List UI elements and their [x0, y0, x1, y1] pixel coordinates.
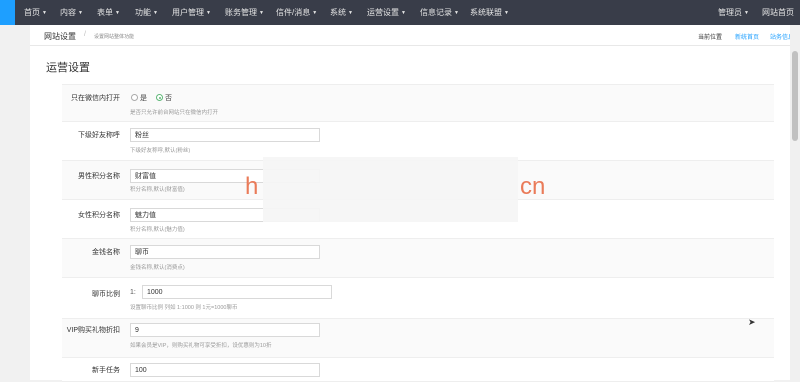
chevron-down-icon: ▼ — [401, 10, 406, 16]
mouse-cursor-icon: ➤ — [748, 317, 756, 327]
vip-discount-input[interactable] — [130, 323, 320, 337]
field-help: 积分名称,默认(财富值) — [130, 187, 185, 193]
nav-item-content[interactable]: 内容 ▼ — [60, 0, 83, 25]
form-row-currency-name: 金钱名称 金钱名称,默认(消费点) — [62, 238, 774, 278]
field-help: 是否只允许前台网站只在微信内打开 — [130, 110, 219, 116]
nav-label: 账务管理 — [225, 8, 257, 17]
watermark-text-left: h — [245, 173, 259, 200]
newbie-task-input[interactable] — [130, 363, 320, 377]
nav-item-system-alliance[interactable]: 系统联盟 ▼ — [470, 0, 509, 25]
watermark-text-right: cn — [520, 173, 546, 200]
chevron-down-icon: ▼ — [42, 10, 47, 16]
form-row-wechat-only: 只在微信内打开 是 否 是否只允许前台网站只在微信内打开 — [62, 84, 774, 122]
form-row-newbie-task: 新手任务 — [62, 357, 774, 382]
current-location-label: 当前位置 — [698, 35, 723, 41]
field-label: VIP购买礼物折扣 — [66, 327, 120, 334]
nav-label: 信息记录 — [420, 8, 452, 17]
nav-accent-bar — [0, 0, 15, 25]
nav-label: 网站首页 — [762, 8, 794, 17]
nav-item-site-home[interactable]: 网站首页 — [762, 0, 794, 25]
field-label: 聊币比例 — [92, 291, 120, 298]
field-help: 金钱名称,默认(消费点) — [130, 265, 185, 271]
nav-label: 内容 — [60, 8, 76, 17]
nav-label: 运营设置 — [367, 8, 399, 17]
form-row-friend-title: 下级好友称呼 下级好友称呼,默认(粉丝) — [62, 121, 774, 161]
radio-yes[interactable] — [131, 94, 138, 101]
field-help: 积分名称,默认(魅力值) — [130, 227, 185, 233]
nav-label: 功能 — [135, 8, 151, 17]
page-title: 网站设置 — [44, 32, 76, 41]
top-nav: 首页 ▼ 内容 ▼ 表单 ▼ 功能 ▼ 用户管理 ▼ 账务管理 ▼ 信件/消息 ▼ 系统 ▼ 运… — [0, 0, 800, 25]
radio-no[interactable] — [156, 94, 163, 101]
nav-item-operation-settings[interactable]: 运营设置 ▼ — [367, 0, 406, 25]
nav-label: 首页 — [24, 8, 40, 17]
breadcrumb-separator: / — [84, 31, 86, 38]
chevron-down-icon: ▼ — [78, 10, 83, 16]
nav-item-admin[interactable]: 管理员 ▼ — [718, 0, 749, 25]
vertical-scrollbar[interactable] — [790, 25, 800, 380]
nav-item-function[interactable]: 功能 ▼ — [135, 0, 158, 25]
form-row-currency-ratio: 聊币比例 1: 设置聊币比例 列如 1:1000 则 1元=1000聊币 — [62, 277, 774, 319]
currency-name-input[interactable] — [130, 245, 320, 259]
chevron-down-icon: ▼ — [312, 10, 318, 16]
chevron-down-icon: ▼ — [454, 10, 459, 16]
currency-ratio-input[interactable] — [142, 285, 332, 299]
nav-label: 表单 — [97, 8, 113, 17]
field-label: 女性积分名称 — [78, 212, 120, 219]
nav-label: 管理员 — [718, 8, 742, 17]
field-help: 如果会员是VIP，则购买礼物可享受折扣，设优惠则为10折 — [130, 343, 272, 349]
nav-item-form[interactable]: 表单 ▼ — [97, 0, 120, 25]
page-subtitle: 设置网站整体功能 — [94, 34, 135, 40]
chevron-down-icon: ▼ — [206, 10, 211, 16]
breadcrumb: 网站设置 / 设置网站整体功能 当前位置 新统首页 站务信息 — [30, 25, 794, 46]
chevron-down-icon: ▼ — [348, 10, 353, 16]
nav-label: 系统联盟 — [470, 8, 502, 17]
section-title: 运营设置 — [46, 62, 90, 74]
friend-title-input[interactable] — [130, 128, 320, 142]
nav-item-info-records[interactable]: 信息记录 ▼ — [420, 0, 459, 25]
field-label: 男性积分名称 — [78, 173, 120, 180]
field-label: 金钱名称 — [92, 249, 120, 256]
system-home-link[interactable]: 新统首页 — [735, 32, 759, 41]
nav-label: 信件/消息 — [276, 8, 311, 17]
nav-item-account-management[interactable]: 账务管理 ▼ — [225, 0, 264, 25]
chevron-down-icon: ▼ — [153, 10, 158, 16]
nav-item-user-management[interactable]: 用户管理 ▼ — [172, 0, 211, 25]
chevron-down-icon: ▼ — [504, 10, 509, 16]
nav-item-home[interactable]: 首页 ▼ — [24, 0, 47, 25]
nav-label: 用户管理 — [172, 8, 204, 17]
field-help: 设置聊币比例 列如 1:1000 则 1元=1000聊币 — [130, 305, 238, 311]
ratio-prefix: 1: — [130, 289, 136, 296]
field-label: 只在微信内打开 — [71, 95, 120, 102]
nav-item-messages[interactable]: 信件/消息 ▼ — [276, 0, 317, 25]
watermark-overlay — [263, 157, 518, 222]
chevron-down-icon: ▼ — [115, 10, 120, 16]
field-label: 下级好友称呼 — [78, 132, 120, 139]
radio-yes-label: 是 — [140, 95, 147, 102]
form-row-vip-discount: VIP购买礼物折扣 如果会员是VIP，则购买礼物可享受折扣，设优惠则为10折 — [62, 318, 774, 358]
nav-item-system[interactable]: 系统 ▼ — [330, 0, 353, 25]
radio-no-label: 否 — [165, 95, 172, 102]
chevron-down-icon: ▼ — [259, 10, 264, 16]
nav-label: 系统 — [330, 8, 346, 17]
field-label: 新手任务 — [92, 367, 120, 374]
chevron-down-icon: ▼ — [744, 10, 749, 16]
scrollbar-thumb[interactable] — [792, 51, 798, 141]
field-help: 下级好友称呼,默认(粉丝) — [130, 148, 191, 154]
